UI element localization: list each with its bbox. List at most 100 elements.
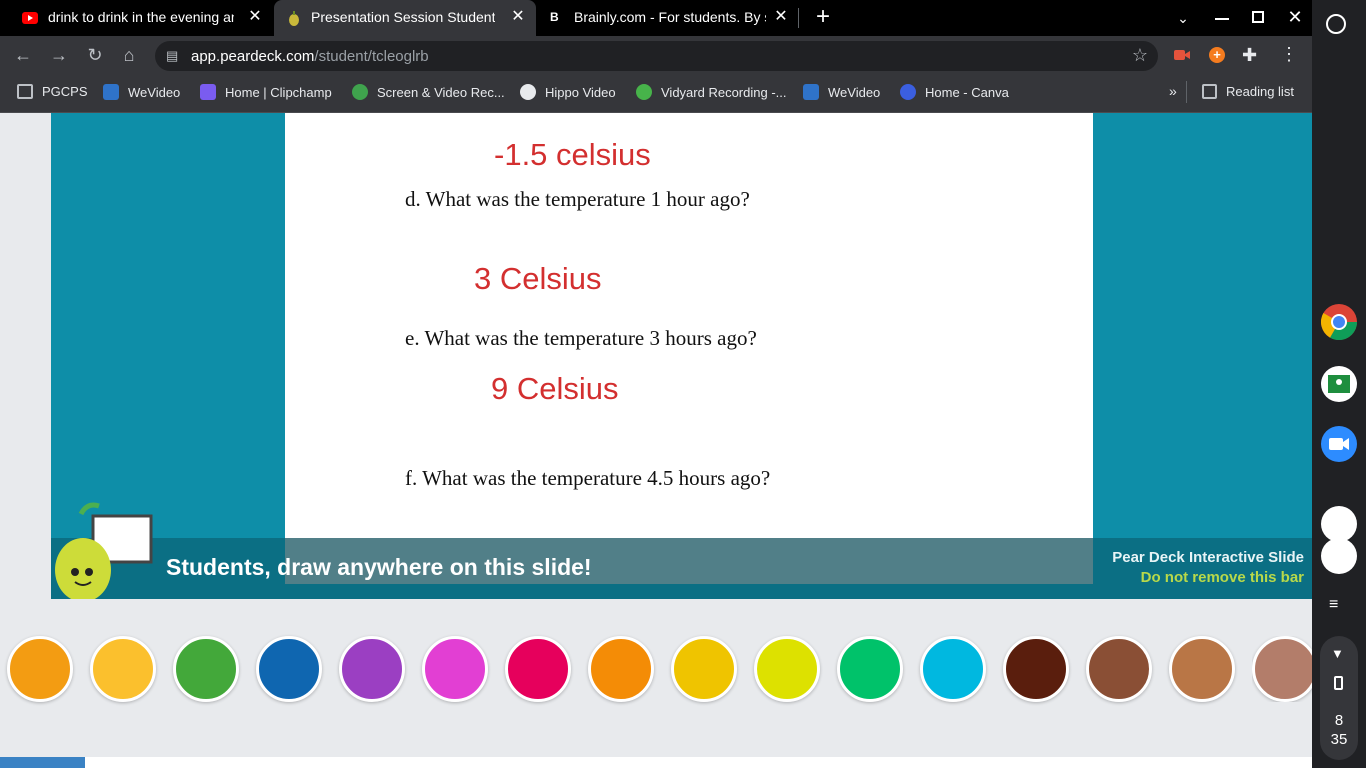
youtube-icon	[22, 10, 38, 26]
bookmark-wevideo-2[interactable]: WeVideo	[803, 84, 880, 100]
vidyard-icon	[636, 84, 652, 100]
color-swatch[interactable]	[671, 636, 737, 702]
extensions-puzzle-icon[interactable]: ✚	[1242, 45, 1257, 66]
folder-icon	[17, 84, 33, 99]
more-bookmarks-chevron-icon[interactable]: »	[1169, 83, 1177, 99]
brainly-icon: B	[550, 10, 559, 24]
color-swatch[interactable]	[1003, 636, 1069, 702]
reading-list-icon	[1202, 84, 1217, 99]
question-f: f. What was the temperature 4.5 hours ag…	[405, 466, 771, 490]
bookmark-vidyard[interactable]: Vidyard Recording -...	[636, 84, 787, 100]
tab-brainly[interactable]: B Brainly.com - For students. By stu ✕	[538, 0, 798, 36]
google-classroom-icon[interactable]	[1321, 366, 1357, 402]
color-swatch[interactable]	[339, 636, 405, 702]
window-thumbnail-icon[interactable]	[1321, 538, 1357, 574]
wifi-icon: ▼	[1331, 646, 1344, 661]
new-tab-plus-icon[interactable]: +	[811, 5, 835, 29]
bottom-toolbar	[0, 757, 1312, 768]
screencastify-icon	[352, 84, 368, 100]
minimize-icon[interactable]	[1215, 18, 1229, 20]
url-path: /student/tcleoglrb	[314, 48, 429, 65]
bookmarks-divider	[1186, 81, 1187, 103]
extension-plus-icon[interactable]: +	[1209, 47, 1225, 63]
tab-divider	[798, 8, 799, 28]
window-thumbnail-icon[interactable]	[1321, 506, 1357, 542]
launcher-icon[interactable]	[1326, 14, 1346, 34]
bookmark-label: PGCPS	[42, 84, 88, 99]
bookmark-label: WeVideo	[828, 84, 881, 100]
zoom-icon[interactable]	[1321, 426, 1357, 462]
bookmark-screencastify[interactable]: Screen & Video Rec...	[352, 84, 505, 100]
close-tab-icon[interactable]: ✕	[245, 7, 265, 27]
answer-d: 3 Celsius	[474, 261, 602, 296]
screen-recorder-extension-icon[interactable]	[1172, 46, 1192, 64]
hippo-video-icon	[520, 84, 536, 100]
playlist-icon[interactable]: ≡	[1329, 596, 1338, 614]
url-text: app.peardeck.com/student/tcleoglrb	[191, 48, 429, 65]
question-e: e. What was the temperature 3 hours ago?	[405, 326, 757, 350]
status-tray[interactable]: ▼ 8 35	[1320, 636, 1358, 760]
color-swatch[interactable]	[754, 636, 820, 702]
forward-arrow-icon[interactable]: →	[49, 45, 69, 65]
color-swatch[interactable]	[256, 636, 322, 702]
clock-minute: 35	[1330, 731, 1348, 748]
reading-list-label: Reading list	[1226, 84, 1294, 99]
bookmark-star-icon[interactable]: ☆	[1132, 45, 1148, 66]
battery-icon	[1334, 676, 1343, 690]
bookmark-hippo-video[interactable]: Hippo Video	[520, 84, 616, 100]
bookmark-label: Home - Canva	[925, 84, 1009, 100]
tab-strip: drink to drink in the evening and l ✕ Pr…	[0, 0, 1312, 36]
bookmarks-bar: PGCPS WeVideo Home | Clipchamp Screen & …	[0, 74, 1312, 113]
address-bar[interactable]: ▤ app.peardeck.com/student/tcleoglrb ☆	[155, 41, 1158, 71]
bookmark-label: Screen & Video Rec...	[377, 84, 505, 100]
color-swatch[interactable]	[422, 636, 488, 702]
bookmark-label: Vidyard Recording -...	[661, 84, 787, 100]
interactive-slide-label: Pear Deck Interactive Slide	[1112, 549, 1304, 566]
tab-youtube[interactable]: drink to drink in the evening and l ✕	[0, 0, 272, 36]
reload-icon[interactable]: ↻	[85, 45, 105, 65]
color-swatch[interactable]	[505, 636, 571, 702]
close-tab-icon[interactable]: ✕	[508, 7, 528, 27]
wevideo-icon	[803, 84, 819, 100]
clipchamp-icon	[200, 84, 216, 100]
canva-icon	[900, 84, 916, 100]
bottom-tool-button[interactable]	[0, 757, 85, 768]
answer-e: 9 Celsius	[491, 371, 619, 406]
tab-title: Brainly.com - For students. By stu	[574, 9, 766, 25]
site-info-icon[interactable]: ▤	[166, 48, 180, 63]
bookmark-wevideo[interactable]: WeVideo	[103, 84, 180, 100]
wevideo-icon	[103, 84, 119, 100]
browser-menu-icon[interactable]: ⋮	[1280, 44, 1298, 65]
color-swatch[interactable]	[1169, 636, 1235, 702]
color-swatch[interactable]	[1086, 636, 1152, 702]
question-d: d. What was the temperature 1 hour ago?	[405, 187, 750, 211]
bookmark-clipchamp[interactable]: Home | Clipchamp	[200, 84, 332, 100]
bookmark-label: WeVideo	[128, 84, 181, 100]
color-swatch[interactable]	[90, 636, 156, 702]
restore-icon[interactable]	[1252, 11, 1264, 23]
pear-mascot-icon	[51, 500, 153, 602]
chrome-icon[interactable]	[1320, 304, 1357, 341]
url-host: app.peardeck.com	[191, 48, 315, 65]
reading-list-button[interactable]: Reading list	[1202, 84, 1294, 99]
color-swatch[interactable]	[920, 636, 986, 702]
bookmark-pgcps[interactable]: PGCPS	[17, 84, 88, 99]
bookmark-canva[interactable]: Home - Canva	[900, 84, 1009, 100]
bookmark-label: Hippo Video	[545, 84, 616, 100]
color-swatch[interactable]	[837, 636, 903, 702]
color-swatch[interactable]	[1252, 636, 1312, 702]
tab-title: Presentation Session Student	[311, 9, 496, 25]
slide-content[interactable]: -1.5 celsius d. What was the temperature…	[285, 113, 1093, 538]
tab-peardeck[interactable]: Presentation Session Student ✕	[274, 0, 536, 36]
color-swatch[interactable]	[588, 636, 654, 702]
color-swatch[interactable]	[173, 636, 239, 702]
home-icon[interactable]: ⌂	[119, 45, 139, 65]
tab-title: drink to drink in the evening and l	[48, 9, 234, 25]
close-window-icon[interactable]: ✕	[1284, 6, 1306, 28]
color-swatch[interactable]	[7, 636, 73, 702]
tab-search-chevron-icon[interactable]: ⌄	[1172, 7, 1194, 29]
answer-c: -1.5 celsius	[494, 137, 651, 172]
draw-prompt: Students, draw anywhere on this slide!	[166, 554, 592, 580]
close-tab-icon[interactable]: ✕	[771, 7, 791, 27]
back-arrow-icon[interactable]: ←	[13, 45, 33, 65]
